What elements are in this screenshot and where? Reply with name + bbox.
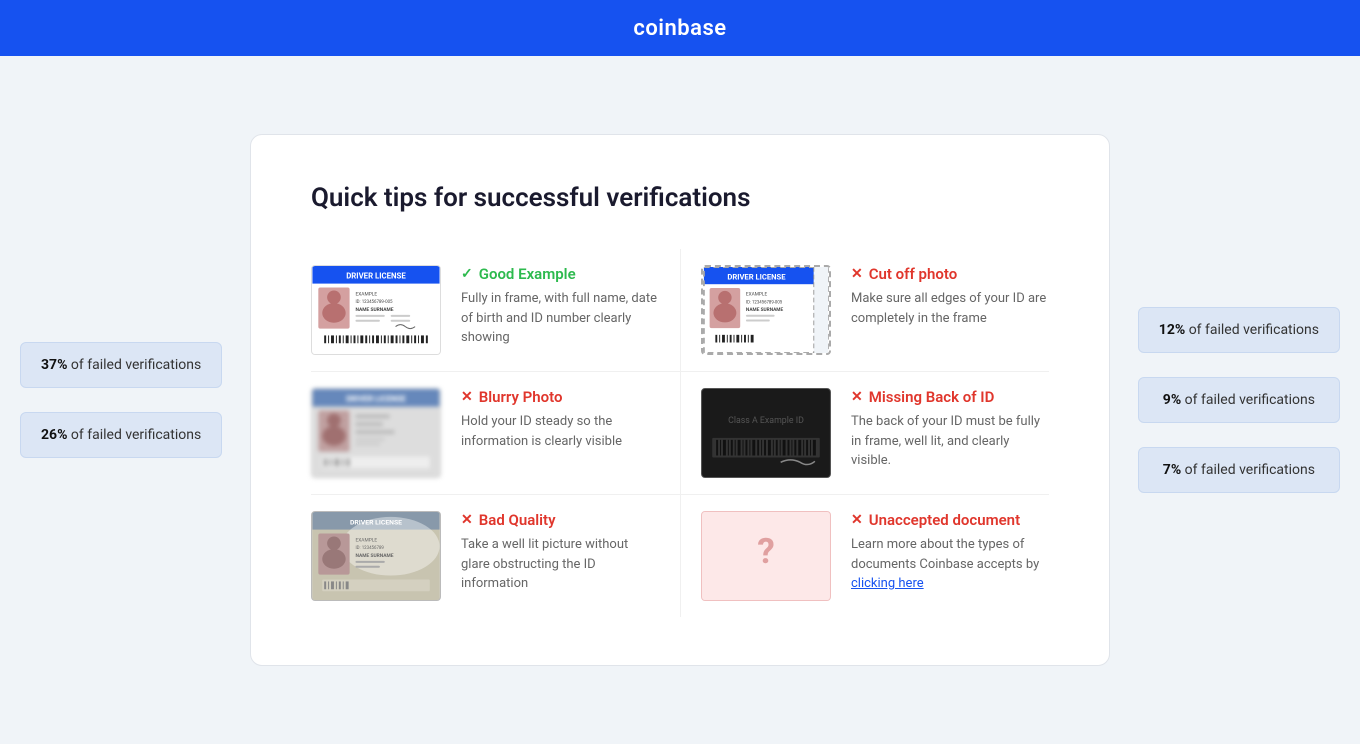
tip-missing-back-label: ✕ Missing Back of ID <box>851 388 1049 406</box>
tip-cut-off-title: Cut off photo <box>869 265 957 283</box>
left-badge-1-label: of failed verifications <box>71 357 201 373</box>
tip-cut-off-label: ✕ Cut off photo <box>851 265 1049 283</box>
tip-missing-back-content: ✕ Missing Back of ID The back of your ID… <box>851 388 1049 471</box>
left-badge-2: 26% of failed verifications <box>20 412 222 458</box>
tip-blurry-content: ✕ Blurry Photo Hold your ID steady so th… <box>461 388 660 451</box>
tip-good-example-title: Good Example <box>479 265 576 283</box>
tip-blurry-label: ✕ Blurry Photo <box>461 388 660 406</box>
svg-text:DRIVER LICENSE: DRIVER LICENSE <box>346 395 406 404</box>
right-badge-1-label: of failed verifications <box>1189 322 1319 338</box>
tip-good-example-content: ✓ Good Example Fully in frame, with full… <box>461 265 660 348</box>
tip-bad-quality-content: ✕ Bad Quality Take a well lit picture wi… <box>461 511 660 594</box>
right-badge-1: 12% of failed verifications <box>1138 307 1340 353</box>
x-icon-unaccepted: ✕ <box>851 512 863 528</box>
tip-cut-off-desc: Make sure all edges of your ID are compl… <box>851 289 1049 328</box>
tip-unaccepted: ? ✕ Unaccepted document Learn more about… <box>680 495 1049 617</box>
coinbase-logo: coinbase <box>633 16 726 41</box>
tip-unaccepted-desc: Learn more about the types of documents … <box>851 535 1049 594</box>
right-badge-3: 7% of failed verifications <box>1138 447 1340 493</box>
svg-text:EXAMPLE: EXAMPLE <box>746 292 768 298</box>
right-badge-2-label: of failed verifications <box>1185 392 1315 408</box>
left-badge-1-percent: 37% <box>41 357 67 373</box>
tip-cut-off: DRIVER LICENSE EXAMPLE ID: 123456789-005… <box>680 249 1049 372</box>
svg-text:ID: 123456789: ID: 123456789 <box>355 546 384 551</box>
svg-text:EXAMPLE: EXAMPLE <box>355 291 377 297</box>
tip-missing-back: Class A Example ID <box>680 372 1049 495</box>
right-badge-3-percent: 7% <box>1163 462 1181 478</box>
tip-bad-quality-label: ✕ Bad Quality <box>461 511 660 529</box>
x-icon-bad-quality: ✕ <box>461 512 473 528</box>
main-card: Quick tips for successful verifications … <box>250 134 1110 666</box>
tip-bad-quality: DRIVER LICENSE EXAMPLE ID: 123456789 NAM… <box>311 495 680 617</box>
id-card-good: DRIVER LICENSE EXAMPLE ID: 123456789-005… <box>311 265 441 355</box>
tip-unaccepted-content: ✕ Unaccepted document Learn more about t… <box>851 511 1049 594</box>
tip-missing-back-title: Missing Back of ID <box>869 388 995 406</box>
tip-bad-quality-title: Bad Quality <box>479 511 556 529</box>
svg-text:NAME SURNAME: NAME SURNAME <box>746 307 784 313</box>
page-body: 37% of failed verifications 26% of faile… <box>0 56 1360 744</box>
id-card-bad-quality: DRIVER LICENSE EXAMPLE ID: 123456789 NAM… <box>311 511 441 601</box>
tip-blurry-desc: Hold your ID steady so the information i… <box>461 412 660 451</box>
right-badge-2-percent: 9% <box>1163 392 1181 408</box>
check-icon: ✓ <box>461 266 473 282</box>
svg-text:Class A Example ID: Class A Example ID <box>728 416 804 426</box>
tip-unaccepted-desc-text: Learn more about the types of documents … <box>851 537 1039 572</box>
tip-missing-back-desc: The back of your ID must be fully in fra… <box>851 412 1049 471</box>
id-card-unaccepted: ? <box>701 511 831 601</box>
tip-blurry-title: Blurry Photo <box>479 388 563 406</box>
tip-unaccepted-title: Unaccepted document <box>869 511 1020 529</box>
svg-text:NAME SURNAME: NAME SURNAME <box>355 307 393 313</box>
left-badge-2-label: of failed verifications <box>71 427 201 443</box>
right-badge-1-percent: 12% <box>1159 322 1185 338</box>
tip-good-example-desc: Fully in frame, with full name, date of … <box>461 289 660 348</box>
tip-bad-quality-desc: Take a well lit picture without glare ob… <box>461 535 660 594</box>
x-icon-missing-back: ✕ <box>851 389 863 405</box>
id-card-cutoff: DRIVER LICENSE EXAMPLE ID: 123456789-005… <box>701 265 831 355</box>
svg-text:EXAMPLE: EXAMPLE <box>355 537 377 543</box>
id-card-blurry: DRIVER LICENSE <box>311 388 441 478</box>
page-title: Quick tips for successful verifications <box>311 183 1049 213</box>
x-icon-blurry: ✕ <box>461 389 473 405</box>
tip-blurry: DRIVER LICENSE <box>311 372 680 495</box>
svg-text:ID: 123456789-005: ID: 123456789-005 <box>355 300 393 305</box>
svg-text:NAME SURNAME: NAME SURNAME <box>355 553 393 559</box>
right-badge-2: 9% of failed verifications <box>1138 377 1340 423</box>
right-badges: 12% of failed verifications 9% of failed… <box>1138 307 1340 493</box>
tips-grid: DRIVER LICENSE EXAMPLE ID: 123456789-005… <box>311 249 1049 617</box>
svg-text:DRIVER LICENSE: DRIVER LICENSE <box>727 272 786 281</box>
svg-text:?: ? <box>757 530 775 572</box>
left-badges: 37% of failed verifications 26% of faile… <box>20 342 222 458</box>
left-badge-1: 37% of failed verifications <box>20 342 222 388</box>
x-icon-cutoff: ✕ <box>851 266 863 282</box>
left-badge-2-percent: 26% <box>41 427 67 443</box>
tip-good-example-label: ✓ Good Example <box>461 265 660 283</box>
tip-unaccepted-label: ✕ Unaccepted document <box>851 511 1049 529</box>
tip-good-example: DRIVER LICENSE EXAMPLE ID: 123456789-005… <box>311 249 680 372</box>
header: coinbase <box>0 0 1360 56</box>
right-badge-3-label: of failed verifications <box>1185 462 1315 478</box>
id-card-missing-back: Class A Example ID <box>701 388 831 478</box>
svg-text:DRIVER LICENSE: DRIVER LICENSE <box>346 272 406 281</box>
clicking-here-link[interactable]: clicking here <box>851 576 924 591</box>
svg-text:ID: 123456789-005: ID: 123456789-005 <box>746 300 783 305</box>
tip-cut-off-content: ✕ Cut off photo Make sure all edges of y… <box>851 265 1049 328</box>
